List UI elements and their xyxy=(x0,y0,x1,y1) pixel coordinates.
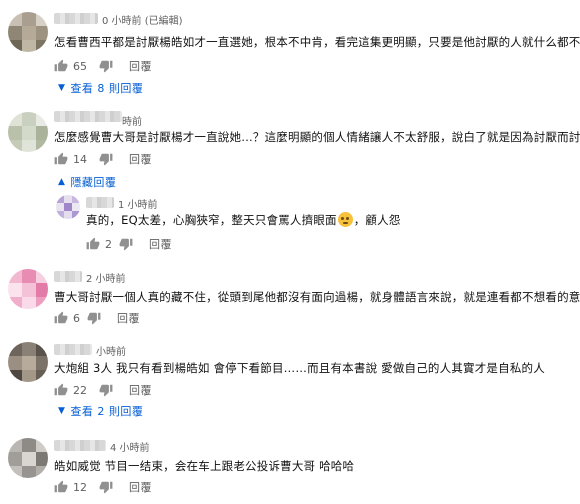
reply-author-name[interactable] xyxy=(86,197,114,208)
comment-actions: 14 回覆 xyxy=(54,151,152,167)
reply-text-part-2: ，顧人怨 xyxy=(353,213,401,227)
reply-button[interactable]: 回覆 xyxy=(129,479,152,495)
thumb-up-icon[interactable] xyxy=(54,59,68,73)
timestamp[interactable]: 小時前 xyxy=(96,343,126,358)
reply-timestamp[interactable]: 1 小時前 xyxy=(118,196,158,211)
comment-actions: 65 回覆 xyxy=(54,58,152,74)
reply-button[interactable]: 回覆 xyxy=(129,382,152,398)
comment-3: 2 小時前 曹大哥討厭一個人真的藏不住，從頭到尾他都沒有面向過楊，就身體語言來說… xyxy=(0,260,580,340)
thumb-down-icon[interactable] xyxy=(99,152,113,166)
comment-text: 皓如威觉 节目一结束，会在车上跟老公投诉曹大哥 哈哈哈 xyxy=(54,459,355,473)
view-replies-label: 查看 2 則回覆 xyxy=(70,405,144,418)
comment-actions: 6 回覆 xyxy=(54,310,140,326)
comment-text: 怎麼感覺曹大哥是討厭楊才一直說她…？這麼明顯的個人情緒讓人不太舒服，說白了就是因… xyxy=(54,130,580,144)
thumb-down-icon[interactable] xyxy=(99,480,113,494)
avatar[interactable] xyxy=(8,12,48,52)
thumb-down-icon[interactable] xyxy=(99,59,113,73)
reply-button[interactable]: 回覆 xyxy=(129,151,152,167)
chevron-down-icon: ▼ xyxy=(58,406,66,416)
thumb-up-icon[interactable] xyxy=(86,237,100,251)
avatar[interactable] xyxy=(8,269,48,309)
timestamp[interactable]: 時前 xyxy=(122,113,142,128)
view-replies-button[interactable]: ▼ 查看 8 則回覆 xyxy=(58,80,143,96)
like-count: 22 xyxy=(73,383,87,397)
like-count: 2 xyxy=(105,237,112,251)
author-name[interactable] xyxy=(54,440,106,451)
thumb-up-icon[interactable] xyxy=(54,311,68,325)
reply-button[interactable]: 回覆 xyxy=(149,236,172,252)
comment-text: 曹大哥討厭一個人真的藏不住，從頭到尾他都沒有面向過楊，就身體語言來說，就是連看都… xyxy=(54,290,580,304)
reply-button[interactable]: 回覆 xyxy=(117,310,140,326)
comment-2: 時前 怎麼感覺曹大哥是討厭楊才一直說她…？這麼明顯的個人情緒讓人不太舒服，說白了… xyxy=(0,104,580,260)
comment-actions: 22 回覆 xyxy=(54,382,152,398)
view-replies-button[interactable]: ▼ 查看 2 則回覆 xyxy=(58,403,143,419)
like-count: 12 xyxy=(73,480,87,494)
view-replies-label: 查看 8 則回覆 xyxy=(70,82,144,95)
comment-1: 0 小時前 (已編輯) 怎看曹西平都是討厭楊皓如才一直選她，根本不中肯，看完這集… xyxy=(0,0,580,104)
like-count: 65 xyxy=(73,59,87,73)
author-name[interactable] xyxy=(54,13,98,24)
emoji-icon xyxy=(337,212,353,227)
like-count: 6 xyxy=(73,311,80,325)
thumb-up-icon[interactable] xyxy=(54,383,68,397)
timestamp[interactable]: 4 小時前 xyxy=(110,439,150,454)
comment-text: 怎看曹西平都是討厭楊皓如才一直選她，根本不中肯，看完這集更明顯，只要是他討厭的人… xyxy=(54,35,580,49)
comment-actions: 12 回覆 xyxy=(54,479,152,495)
author-name[interactable] xyxy=(54,111,122,122)
reply-avatar[interactable] xyxy=(56,195,80,219)
author-name[interactable] xyxy=(54,344,92,355)
comment-text: 大炮組 3人 我只有看到楊皓如 會停下看節目……而且有本書說 愛做自己的人其實才… xyxy=(54,361,545,375)
thumb-up-icon[interactable] xyxy=(54,480,68,494)
thumb-down-icon[interactable] xyxy=(87,311,101,325)
thumb-down-icon[interactable] xyxy=(119,237,133,251)
timestamp[interactable]: 2 小時前 xyxy=(86,270,126,285)
hide-replies-button[interactable]: ▲ 隱藏回覆 xyxy=(58,174,116,190)
author-name[interactable] xyxy=(54,271,82,282)
avatar[interactable] xyxy=(8,112,48,152)
avatar[interactable] xyxy=(8,342,48,382)
reply-text-part-1: 真的，EQ太差，心胸狹窄，整天只會罵人擠眼面 xyxy=(86,213,337,227)
timestamp[interactable]: 0 小時前 (已編輯) xyxy=(102,12,183,27)
comment-4: 小時前 大炮組 3人 我只有看到楊皓如 會停下看節目……而且有本書說 愛做自己的… xyxy=(0,340,580,430)
chevron-up-icon: ▲ xyxy=(58,177,66,187)
chevron-down-icon: ▼ xyxy=(58,83,66,93)
hide-replies-label: 隱藏回覆 xyxy=(70,176,117,189)
reply-actions: 2 回覆 xyxy=(86,236,172,252)
avatar[interactable] xyxy=(8,438,48,478)
like-count: 14 xyxy=(73,152,87,166)
reply-button[interactable]: 回覆 xyxy=(129,58,152,74)
thumb-up-icon[interactable] xyxy=(54,152,68,166)
thumb-down-icon[interactable] xyxy=(99,383,113,397)
comment-5: 4 小時前 皓如威觉 节目一结束，会在车上跟老公投诉曹大哥 哈哈哈 12 回覆 xyxy=(0,430,580,504)
reply-text: 真的，EQ太差，心胸狹窄，整天只會罵人擠眼面 ，顧人怨 xyxy=(86,212,401,228)
